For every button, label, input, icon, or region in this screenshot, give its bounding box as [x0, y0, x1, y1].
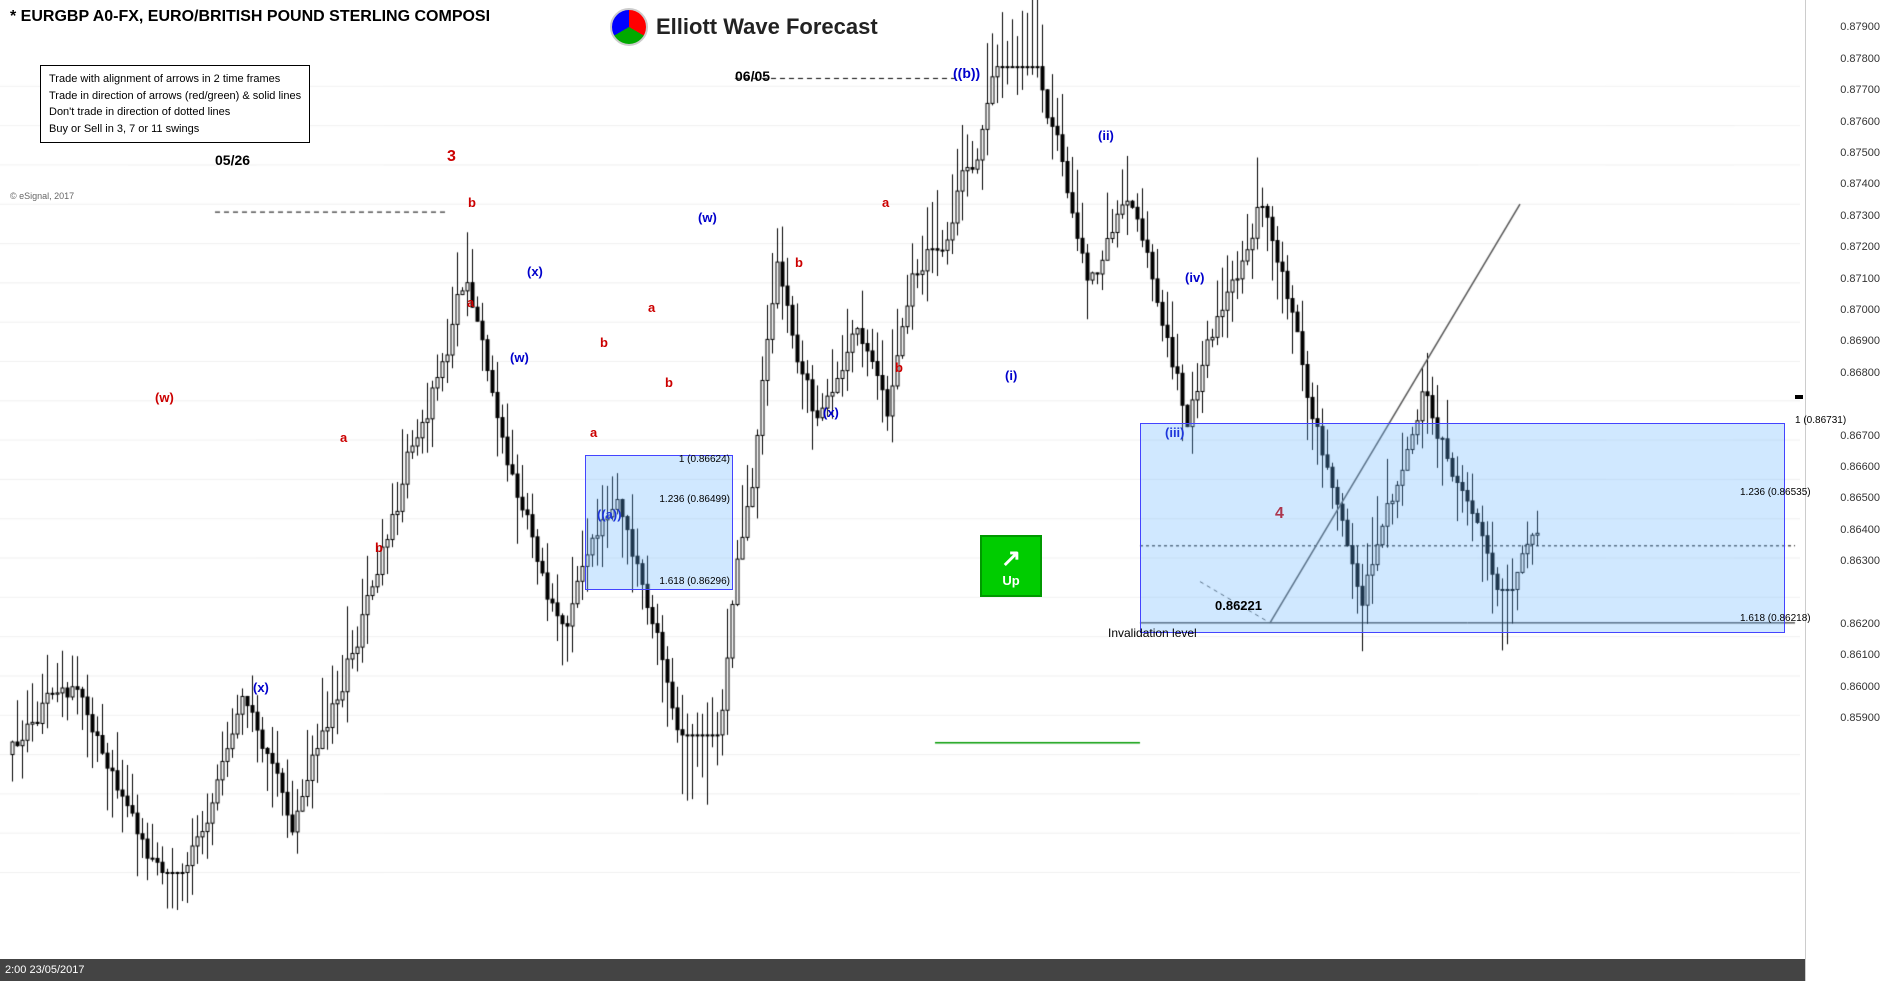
wave-ii: (ii) [1098, 128, 1114, 143]
instruction-line1: Trade with alignment of arrows in 2 time… [49, 71, 301, 88]
up-box: ↗ Up [980, 535, 1042, 597]
wave-b2: b [600, 335, 608, 350]
price-86900: 0.86900 [1840, 335, 1880, 347]
price-87500: 0.87500 [1840, 147, 1880, 159]
wave-i: (i) [1005, 368, 1017, 383]
price-87900: 0.87900 [1840, 21, 1880, 33]
wave-w1: (w) [155, 390, 174, 405]
fib-236-label: 1.236 (0.86499) [659, 494, 730, 505]
esignal-credit: © eSignal, 2017 [10, 191, 74, 201]
price-87300: 0.87300 [1840, 210, 1880, 222]
wave-w2: (w) [510, 350, 529, 365]
wave-b1: b [375, 540, 383, 555]
price-87200: 0.87200 [1840, 241, 1880, 253]
up-arrow-icon: ↗ [1001, 544, 1021, 573]
chart-container: * EURGBP A0-FX, EURO/BRITISH POUND STERL… [0, 0, 1885, 981]
wave-a1: a [340, 430, 347, 445]
wave-x1: (x) [253, 680, 269, 695]
wave-bb: ((b)) [953, 65, 980, 81]
price-86500: 0.86500 [1840, 492, 1880, 504]
wave-a3b: a [590, 425, 597, 440]
chart-title: * EURGBP A0-FX, EURO/BRITISH POUND STERL… [10, 8, 490, 26]
price-87600: 0.87600 [1840, 116, 1880, 128]
instruction-line2: Trade in direction of arrows (red/green)… [49, 88, 301, 105]
price-86200: 0.86200 [1840, 618, 1880, 630]
fib-1618-right: 1.618 (0.86218) [1740, 613, 1811, 624]
wave-b4: b [795, 255, 803, 270]
fib-618-label: 1.618 (0.86296) [659, 576, 730, 587]
bottom-bar: 2:00 23/05/2017 [0, 959, 1805, 981]
wave-x3: (x) [823, 405, 839, 420]
price-86800: 0.86800 [1840, 367, 1880, 379]
wave-3: 3 [447, 148, 456, 166]
wave-iv: (iv) [1185, 270, 1205, 285]
up-label: Up [1002, 573, 1019, 588]
invalidation-label: Invalidation level [1108, 626, 1197, 640]
price-85900: 0.85900 [1840, 712, 1880, 724]
price-86000: 0.86000 [1840, 681, 1880, 693]
wave-a4: a [882, 195, 889, 210]
date-0605: 06/05 [735, 68, 770, 84]
price-86100: 0.86100 [1840, 649, 1880, 661]
price-87000: 0.87000 [1840, 304, 1880, 316]
price-87400: 0.87400 [1840, 178, 1880, 190]
price-86700: 0.86700 [1840, 430, 1880, 442]
price-87100: 0.87100 [1840, 273, 1880, 285]
invalidation-price: 0.86221 [1215, 598, 1262, 613]
price-86600: 0.86600 [1840, 461, 1880, 473]
bottom-time: 2:00 23/05/2017 [5, 964, 85, 976]
wave-b3: b [665, 375, 673, 390]
current-price-box [1795, 395, 1803, 399]
instruction-line4: Buy or Sell in 3, 7 or 11 swings [49, 121, 301, 138]
date-0526: 05/26 [215, 152, 250, 168]
price-87800: 0.87800 [1840, 53, 1880, 65]
price-86400: 0.86400 [1840, 524, 1880, 536]
price-axis: 0.87900 0.87800 0.87700 0.87600 0.87500 … [1805, 0, 1885, 981]
instruction-line3: Don't trade in direction of dotted lines [49, 104, 301, 121]
wave-b4r: b [895, 360, 903, 375]
price-87700: 0.87700 [1840, 84, 1880, 96]
ewf-logo-circle [610, 8, 648, 46]
fib-box-left: 1 (0.86624) 1.236 (0.86499) 1.618 (0.862… [585, 455, 733, 590]
ewf-title: Elliott Wave Forecast [656, 14, 878, 40]
wave-x2: (x) [527, 264, 543, 279]
wave-w3: (w) [698, 210, 717, 225]
instructions-box: Trade with alignment of arrows in 2 time… [40, 65, 310, 143]
fib-1-right: 1 (0.86731) [1795, 415, 1846, 426]
wave-a3: a [648, 300, 655, 315]
ewf-logo: Elliott Wave Forecast [610, 8, 878, 46]
fib-1-label: 1 (0.86624) [679, 454, 730, 465]
wave-b-top: b [468, 195, 476, 210]
fib-1236-right: 1.236 (0.86535) [1740, 487, 1811, 498]
wave-a2: a [467, 295, 474, 310]
price-86300: 0.86300 [1840, 555, 1880, 567]
